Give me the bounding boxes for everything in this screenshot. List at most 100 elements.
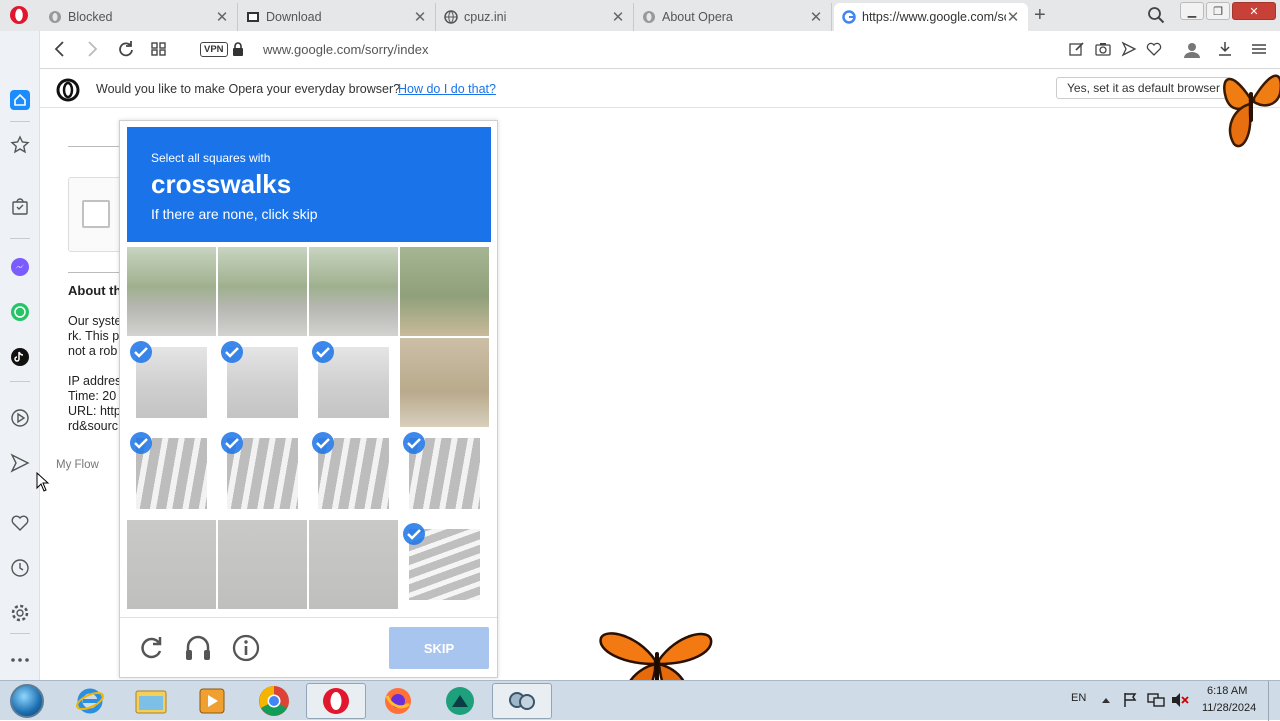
url-field[interactable]: www.google.com/sorry/index bbox=[263, 42, 428, 57]
tab-overview-icon[interactable] bbox=[151, 40, 167, 58]
more-options-icon[interactable] bbox=[8, 648, 32, 672]
restore-button[interactable]: ❐ bbox=[1206, 2, 1230, 20]
captcha-tile[interactable] bbox=[218, 520, 307, 609]
captcha-tile[interactable] bbox=[127, 429, 216, 518]
opera-menu-icon[interactable] bbox=[8, 4, 30, 26]
app-globe-icon[interactable] bbox=[430, 683, 490, 719]
captcha-tile[interactable] bbox=[127, 520, 216, 609]
close-tab-icon[interactable]: ✕ bbox=[1006, 8, 1020, 26]
captcha-tile-image bbox=[309, 247, 398, 336]
sidebar-divider bbox=[10, 238, 30, 239]
close-tab-icon[interactable]: ✕ bbox=[413, 8, 427, 26]
internet-explorer-icon[interactable] bbox=[60, 683, 120, 719]
captcha-tile[interactable] bbox=[309, 429, 398, 518]
captcha-tile[interactable] bbox=[127, 247, 216, 336]
whatsapp-icon[interactable] bbox=[8, 300, 32, 324]
tiktok-icon[interactable] bbox=[8, 345, 32, 369]
captcha-tile[interactable] bbox=[309, 520, 398, 609]
chrome-icon[interactable] bbox=[244, 683, 304, 719]
captcha-tile[interactable] bbox=[218, 429, 307, 518]
reload-challenge-icon[interactable] bbox=[136, 633, 166, 663]
selected-check-icon bbox=[130, 432, 152, 454]
captcha-tile[interactable] bbox=[400, 429, 489, 518]
captcha-challenge: Select all squares with crosswalks If th… bbox=[119, 120, 498, 678]
captcha-instruction: Select all squares with bbox=[151, 151, 271, 165]
clock-time[interactable]: 6:18 AM bbox=[1207, 685, 1247, 697]
captcha-tile[interactable] bbox=[218, 338, 307, 427]
speed-dial-icon[interactable] bbox=[8, 133, 32, 157]
tab-google-active[interactable]: https://www.google.com/so ✕ bbox=[834, 3, 1028, 31]
volume-muted-icon[interactable] bbox=[1171, 692, 1189, 708]
new-tab-button[interactable]: + bbox=[1034, 4, 1046, 27]
page-text-line: URL: http bbox=[68, 404, 121, 418]
download-icon[interactable] bbox=[1217, 41, 1233, 57]
show-desktop-button[interactable] bbox=[1268, 681, 1280, 721]
network-status-icon[interactable] bbox=[1147, 692, 1165, 708]
start-button[interactable] bbox=[10, 684, 44, 718]
account-icon[interactable] bbox=[1183, 41, 1201, 59]
back-icon[interactable] bbox=[52, 40, 68, 58]
edit-icon[interactable] bbox=[1069, 41, 1085, 57]
forward-icon[interactable] bbox=[84, 40, 100, 58]
skip-button[interactable]: SKIP bbox=[389, 627, 489, 669]
captcha-tile[interactable] bbox=[400, 338, 489, 427]
player-icon[interactable] bbox=[8, 406, 32, 430]
lock-icon[interactable] bbox=[232, 42, 244, 57]
cpuz-icon bbox=[247, 12, 259, 22]
tab-search-icon[interactable] bbox=[1147, 6, 1165, 24]
firefox-icon[interactable] bbox=[368, 683, 428, 719]
close-tab-icon[interactable]: ✕ bbox=[611, 8, 625, 26]
captcha-tile[interactable] bbox=[400, 520, 489, 609]
send-icon[interactable] bbox=[1121, 41, 1137, 57]
set-default-button[interactable]: Yes, set it as default browser bbox=[1056, 77, 1231, 99]
selected-check-icon bbox=[403, 432, 425, 454]
snapshot-icon[interactable] bbox=[1095, 41, 1111, 57]
captcha-tile[interactable] bbox=[127, 338, 216, 427]
messenger-icon[interactable] bbox=[8, 255, 32, 279]
tab-about-opera[interactable]: About Opera ✕ bbox=[634, 3, 832, 31]
media-player-icon[interactable] bbox=[182, 683, 242, 719]
tab-cpuz-ini[interactable]: cpuz.ini ✕ bbox=[436, 3, 634, 31]
settings-gear-icon[interactable] bbox=[8, 601, 32, 625]
google-icon bbox=[842, 10, 856, 24]
audio-challenge-icon[interactable] bbox=[183, 633, 213, 663]
captcha-tile[interactable] bbox=[218, 247, 307, 336]
tab-blocked[interactable]: Blocked ✕ bbox=[40, 3, 238, 31]
close-tab-icon[interactable]: ✕ bbox=[215, 8, 229, 26]
captcha-target: crosswalks bbox=[151, 169, 292, 199]
show-hidden-icons-icon[interactable] bbox=[1101, 696, 1111, 704]
selected-check-icon bbox=[221, 432, 243, 454]
captcha-tile[interactable] bbox=[400, 247, 489, 336]
home-icon[interactable] bbox=[8, 88, 32, 112]
minimize-button[interactable]: ▁ bbox=[1180, 2, 1204, 20]
close-tab-icon[interactable]: ✕ bbox=[809, 8, 823, 26]
language-indicator[interactable]: EN bbox=[1071, 692, 1086, 704]
captcha-tile-image bbox=[309, 520, 398, 609]
close-window-button[interactable]: ✕ bbox=[1232, 2, 1276, 20]
shopping-icon[interactable] bbox=[8, 194, 32, 218]
opera-taskbar-icon[interactable] bbox=[306, 683, 366, 719]
captcha-hint: If there are none, click skip bbox=[151, 206, 318, 222]
easy-setup-icon[interactable] bbox=[1251, 41, 1267, 57]
captcha-tile-image bbox=[218, 520, 307, 609]
file-explorer-icon[interactable] bbox=[121, 683, 181, 719]
pinboard-heart-icon[interactable] bbox=[8, 511, 32, 535]
vpn-badge[interactable]: VPN bbox=[200, 42, 228, 57]
selected-check-icon bbox=[312, 341, 334, 363]
page-text-line: Our syste bbox=[68, 314, 122, 328]
mouse-cursor-icon bbox=[36, 472, 50, 492]
how-to-link[interactable]: How do I do that? bbox=[398, 82, 496, 96]
captcha-tile[interactable] bbox=[309, 247, 398, 336]
flag-icon[interactable] bbox=[1122, 692, 1138, 708]
network-app-icon[interactable] bbox=[492, 683, 552, 719]
history-icon[interactable] bbox=[8, 556, 32, 580]
my-flow-icon[interactable] bbox=[8, 451, 32, 475]
tab-download[interactable]: Download ✕ bbox=[238, 3, 436, 31]
captcha-tile[interactable] bbox=[309, 338, 398, 427]
sidebar-divider bbox=[10, 633, 30, 634]
clock-date[interactable]: 11/28/2024 bbox=[1202, 702, 1256, 714]
reload-icon[interactable] bbox=[117, 40, 135, 58]
not-robot-checkbox[interactable] bbox=[82, 200, 110, 228]
info-icon[interactable] bbox=[231, 633, 261, 663]
heart-icon[interactable] bbox=[1146, 41, 1162, 57]
